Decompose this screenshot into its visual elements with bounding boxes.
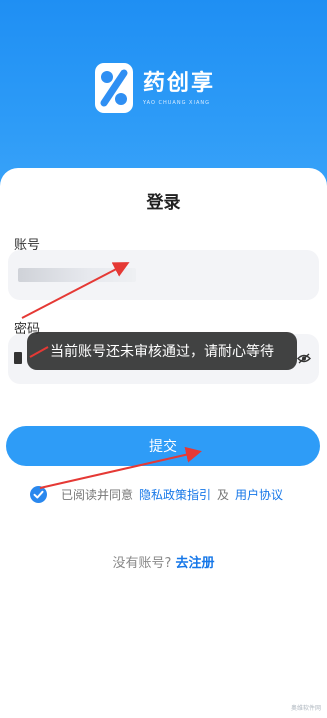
submit-button[interactable]: 提交: [6, 426, 320, 466]
brand-logo: 药创享 YAO CHUANG XIANG: [95, 60, 215, 116]
login-card: 登录 账号 密码 提交 已阅读并同意 隐私政策指引 及 用户协议 没有账号? 去…: [0, 168, 327, 718]
watermark-text: 奥维软件网: [290, 705, 321, 712]
agreement-prefix: 已阅读并同意: [61, 487, 134, 502]
toast-message: 当前账号还未审核通过，请耐心等待: [27, 332, 297, 370]
account-input[interactable]: [8, 250, 319, 300]
register-link[interactable]: 去注册: [176, 556, 215, 571]
user-agreement-link[interactable]: 用户协议: [235, 486, 283, 503]
yc-logo-icon: [95, 63, 133, 113]
agreement-row: 已阅读并同意 隐私政策指引 及 用户协议: [30, 484, 283, 504]
brand-name: 药创享: [143, 71, 216, 96]
checked-circle-icon[interactable]: [30, 485, 47, 503]
account-value-blurred: [18, 268, 136, 282]
no-account-text: 没有账号?: [112, 556, 172, 571]
register-row: 没有账号? 去注册: [0, 552, 327, 571]
password-value: [14, 352, 22, 364]
privacy-policy-link[interactable]: 隐私政策指引: [139, 486, 211, 503]
brand-pinyin: YAO CHUANG XIANG: [143, 100, 210, 106]
eye-off-icon[interactable]: [297, 353, 311, 364]
agreement-and: 及: [217, 487, 230, 502]
page-title: 登录: [146, 193, 181, 213]
